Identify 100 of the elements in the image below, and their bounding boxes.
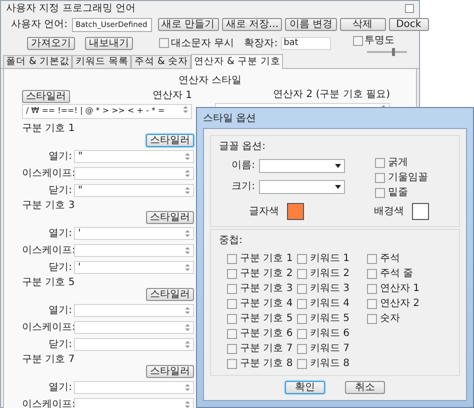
checkbox-label: 밑줄	[388, 186, 408, 200]
checkbox-label: 기울임꼴	[388, 171, 428, 185]
close-button[interactable]	[405, 4, 414, 13]
input-field[interactable]	[74, 338, 194, 351]
checkbox[interactable]	[227, 298, 237, 308]
tab[interactable]: 주석 & 숫자	[131, 55, 191, 68]
window-title: 사용자 지정 프로그래밍 언어	[6, 2, 136, 16]
checkbox-label: 연산자 2	[380, 297, 420, 311]
checkbox-label: 키워드 8	[310, 357, 350, 371]
background-color-label: 배경색	[374, 205, 404, 219]
button[interactable]: 삭제	[340, 18, 386, 31]
checkbox-label: 굵게	[388, 156, 408, 170]
button[interactable]: 가져오기	[27, 36, 75, 50]
spinner-icon[interactable]	[185, 400, 190, 408]
checkbox-label: 키워드 6	[310, 327, 350, 341]
checkbox[interactable]	[227, 254, 237, 264]
checkbox[interactable]	[297, 254, 307, 264]
checkbox-label: 키워드 1	[310, 252, 350, 266]
color-swatch[interactable]	[412, 203, 429, 220]
input-field[interactable]	[74, 167, 194, 180]
checkbox[interactable]	[297, 314, 307, 324]
button[interactable]: 스타일러	[146, 211, 194, 224]
button[interactable]: 이름 변경	[285, 18, 337, 31]
color-swatch[interactable]	[287, 203, 304, 220]
checkbox[interactable]	[367, 268, 377, 278]
checkbox[interactable]	[227, 284, 237, 294]
checkbox-label: 주석	[380, 252, 400, 266]
operator-label: 연산자 1	[152, 89, 192, 103]
operator-textarea[interactable]: / ₩ == !==! | @ * > >> < + - * =	[22, 104, 192, 119]
checkbox-label: 구분 기호 8	[240, 357, 293, 371]
tab[interactable]: 폴더 & 기본값	[3, 55, 72, 68]
checkbox[interactable]	[227, 344, 237, 354]
checkbox[interactable]	[227, 314, 237, 324]
checkbox[interactable]	[227, 268, 237, 278]
checkbox[interactable]	[375, 172, 385, 182]
checkbox[interactable]	[367, 254, 377, 264]
button[interactable]: 확인	[285, 381, 325, 394]
group-title: 구분 기호 7	[22, 354, 76, 365]
spinner-icon[interactable]	[185, 229, 190, 238]
input-field[interactable]: "	[74, 184, 194, 197]
input-field[interactable]: '	[74, 227, 194, 240]
input-field[interactable]	[74, 244, 194, 257]
checkbox[interactable]	[297, 284, 307, 294]
input-field[interactable]: '	[74, 261, 194, 274]
spinner-icon[interactable]	[185, 152, 190, 161]
button[interactable]: 스타일러	[22, 90, 70, 103]
spinner-icon[interactable]	[185, 246, 190, 255]
button[interactable]: 새로 저장...	[222, 18, 282, 31]
input-field[interactable]	[74, 304, 194, 317]
checkbox[interactable]	[297, 344, 307, 354]
operator-label: 연산자 2 (구분 기호 필요)	[273, 88, 390, 102]
spinner-icon[interactable]	[185, 306, 190, 315]
text-color-label: 글자색	[249, 205, 279, 219]
button[interactable]: 내보내기	[85, 36, 133, 50]
tab[interactable]: 연산자 & 구분 기호	[190, 54, 284, 69]
slider-thumb[interactable]	[392, 48, 396, 56]
spinner-icon[interactable]	[185, 169, 190, 178]
button[interactable]: 새로 만들기	[158, 18, 219, 31]
spinner-icon[interactable]	[185, 263, 190, 272]
tab[interactable]: 키워드 목록	[72, 55, 132, 68]
checkbox[interactable]	[297, 328, 307, 338]
button[interactable]: 스타일러	[146, 365, 194, 378]
field-label: 닫기:	[48, 338, 73, 352]
input-field[interactable]: "	[74, 150, 194, 163]
checkbox-label: 구분 기호 2	[240, 267, 293, 281]
checkbox[interactable]	[375, 158, 385, 168]
input-field[interactable]	[74, 398, 194, 408]
button[interactable]: 취소	[345, 381, 385, 394]
dropdown[interactable]	[259, 180, 345, 194]
spinner-icon[interactable]	[185, 186, 190, 195]
checkbox[interactable]	[352, 36, 363, 46]
checkbox[interactable]	[227, 358, 237, 368]
checkbox[interactable]	[227, 328, 237, 338]
extension-field[interactable]: bat	[280, 36, 331, 50]
spinner-icon[interactable]	[185, 383, 190, 392]
dropdown[interactable]	[259, 158, 345, 172]
checkbox[interactable]	[367, 284, 377, 294]
group-title: 글꼴 옵션:	[219, 140, 267, 154]
group-title: 구분 기호 3	[22, 200, 76, 211]
field-label: 이스케이프:	[22, 244, 74, 258]
button[interactable]: 스타일러	[146, 288, 194, 301]
group-title: 연산자 스타일	[178, 74, 242, 88]
checkbox-label: 구분 기호 6	[240, 327, 293, 341]
spinner-icon[interactable]	[185, 340, 190, 349]
checkbox[interactable]	[375, 188, 385, 198]
language-label: 사용자 언어:	[11, 18, 68, 32]
input-field[interactable]	[74, 321, 194, 334]
input-field[interactable]	[74, 381, 194, 394]
checkbox-label: 구분 기호 1	[240, 252, 293, 266]
spinner-icon[interactable]	[185, 323, 190, 332]
checkbox[interactable]	[297, 298, 307, 308]
checkbox[interactable]	[297, 358, 307, 368]
checkbox[interactable]	[159, 38, 169, 48]
checkbox[interactable]	[367, 314, 377, 324]
checkbox[interactable]	[367, 298, 377, 308]
checkbox[interactable]	[297, 268, 307, 278]
transparency-label: 투명도	[364, 34, 395, 48]
button[interactable]: 스타일러	[146, 134, 194, 147]
spinner-icon[interactable]	[183, 105, 188, 114]
button[interactable]: Dock	[388, 18, 429, 31]
